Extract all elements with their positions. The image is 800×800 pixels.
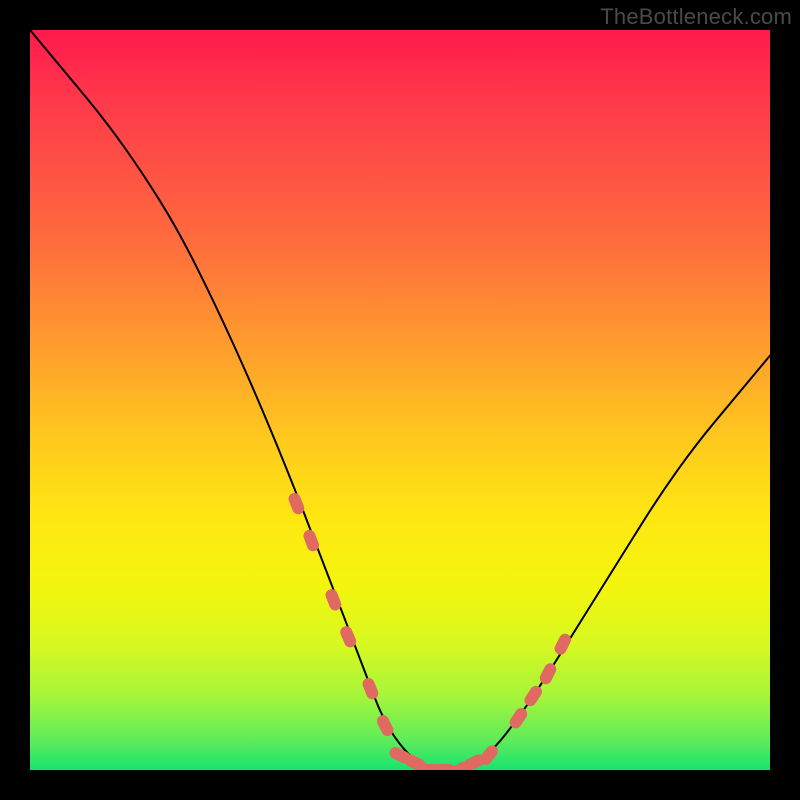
bottleneck-curve xyxy=(30,30,770,770)
chart-svg xyxy=(30,30,770,770)
curve-marker xyxy=(522,684,544,709)
curve-marker xyxy=(538,661,559,686)
watermark-text: TheBottleneck.com xyxy=(600,4,792,30)
outer-frame: TheBottleneck.com xyxy=(0,0,800,800)
marker-group xyxy=(287,491,573,770)
curve-marker xyxy=(553,632,574,657)
plot-area xyxy=(30,30,770,770)
curve-marker xyxy=(361,676,380,701)
